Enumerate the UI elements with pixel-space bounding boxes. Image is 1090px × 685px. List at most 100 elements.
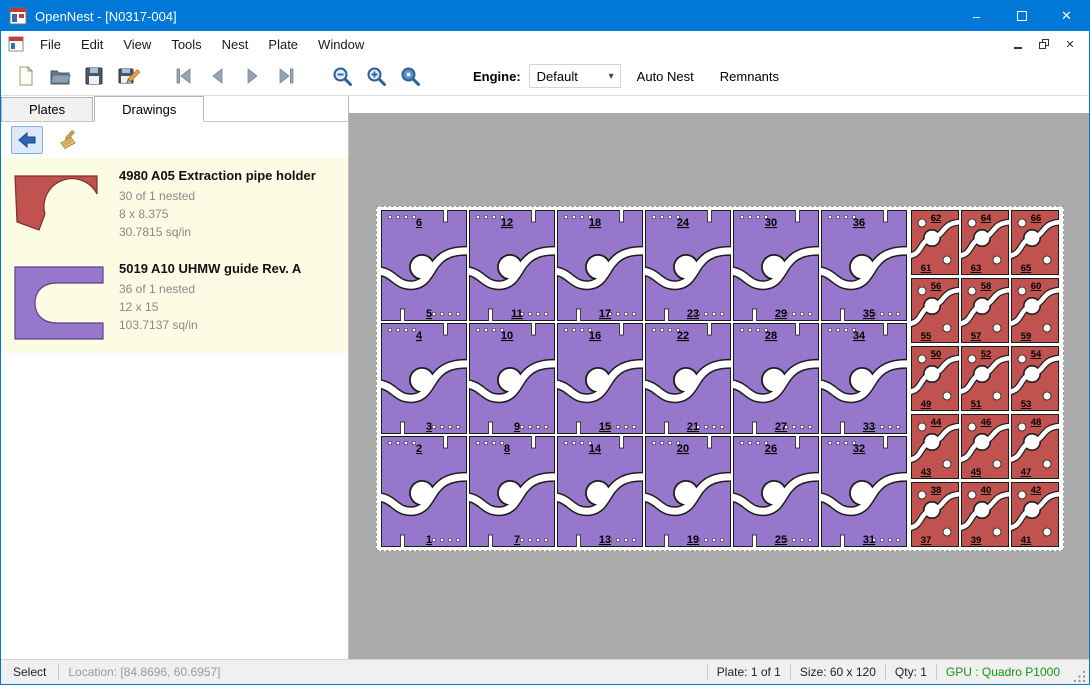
clear-button[interactable] [51,126,83,154]
nested-part-pair[interactable]: 20 19 [645,436,731,547]
svg-text:23: 23 [687,308,699,320]
nested-part-pair[interactable]: 2 1 [381,436,467,547]
open-folder-icon [48,64,72,88]
engine-select[interactable]: Default ▾ [529,64,621,88]
engine-label: Engine: [473,69,521,84]
svg-text:22: 22 [677,330,689,342]
list-item[interactable]: 4980 A05 Extraction pipe holder 30 of 1 … [1,158,348,251]
nested-part-pair[interactable]: 32 31 [821,436,907,547]
nested-part-pair[interactable]: 44 43 [911,414,959,479]
nested-part-pair[interactable]: 60 59 [1011,278,1059,343]
mdi-close-button[interactable]: ✕ [1059,35,1081,53]
nested-part-pair[interactable]: 58 57 [961,278,1009,343]
nested-part-pair[interactable]: 46 45 [961,414,1009,479]
nested-part-pair[interactable]: 48 47 [1011,414,1059,479]
svg-text:38: 38 [931,485,942,496]
zoom-in-button[interactable] [359,60,393,92]
svg-text:11: 11 [511,308,523,320]
mdi-restore-button[interactable] [1033,35,1055,53]
svg-text:1: 1 [426,534,432,546]
zoom-fit-button[interactable] [393,60,427,92]
nested-part-pair[interactable]: 64 63 [961,210,1009,275]
minimize-icon: – [973,9,980,24]
nested-part-pair[interactable]: 22 21 [645,323,731,434]
nested-part-pair[interactable]: 62 61 [911,210,959,275]
close-icon: ✕ [1061,8,1072,24]
status-qty: Qty: 1 [886,665,936,679]
nested-part-pair[interactable]: 18 17 [557,210,643,321]
status-plate: Plate: 1 of 1 [708,665,790,679]
chevron-down-icon: ▾ [609,71,620,82]
previous-plate-button[interactable] [201,60,235,92]
open-button[interactable] [43,60,77,92]
next-plate-button[interactable] [235,60,269,92]
nested-part-pair[interactable]: 14 13 [557,436,643,547]
nest-canvas[interactable]: 6 5 12 11 18 17 [349,96,1089,659]
remnants-button[interactable]: Remnants [710,63,789,90]
nested-part-pair[interactable]: 28 27 [733,323,819,434]
nested-part-pair[interactable]: 38 37 [911,482,959,547]
auto-nest-button[interactable]: Auto Nest [627,63,704,90]
nested-part-pair[interactable]: 26 25 [733,436,819,547]
nested-part-pair[interactable]: 30 29 [733,210,819,321]
menu-nest[interactable]: Nest [212,33,259,56]
last-plate-button[interactable] [269,60,303,92]
app-icon [9,7,27,25]
menu-view[interactable]: View [113,33,161,56]
svg-text:34: 34 [853,330,866,342]
canvas-top-strip [349,96,1089,113]
last-arrow-icon [275,65,297,87]
nested-part-pair[interactable]: 6 5 [381,210,467,321]
tab-plates[interactable]: Plates [1,97,93,121]
nested-part-pair[interactable]: 4 3 [381,323,467,434]
nested-part-pair[interactable]: 12 11 [469,210,555,321]
svg-text:26: 26 [765,443,777,455]
left-panel: Plates Drawings [1,96,349,659]
svg-text:16: 16 [589,330,601,342]
nested-part-pair[interactable]: 66 65 [1011,210,1059,275]
window-maximize-button[interactable] [999,1,1044,31]
menu-file[interactable]: File [30,33,71,56]
nested-part-pair[interactable]: 42 41 [1011,482,1059,547]
save-as-icon [116,64,140,88]
new-button[interactable] [9,60,43,92]
menu-window[interactable]: Window [308,33,374,56]
resize-grip[interactable] [1073,670,1087,684]
save-button[interactable] [77,60,111,92]
nested-part-pair[interactable]: 10 9 [469,323,555,434]
nested-part-pair[interactable]: 50 49 [911,346,959,411]
window-minimize-button[interactable]: – [954,1,999,31]
list-item[interactable]: 5019 A10 UHMW guide Rev. A 36 of 1 neste… [1,251,348,353]
svg-text:21: 21 [687,421,699,433]
nested-part-pair[interactable]: 36 35 [821,210,907,321]
save-as-button[interactable] [111,60,145,92]
panel-tabs: Plates Drawings [1,96,348,122]
mdi-minimize-button[interactable] [1007,35,1029,53]
zoom-out-button[interactable] [325,60,359,92]
zoom-in-icon [365,65,388,88]
previous-arrow-icon [207,65,229,87]
tab-drawings[interactable]: Drawings [94,96,204,122]
nested-part-pair[interactable]: 16 15 [557,323,643,434]
svg-text:27: 27 [775,421,787,433]
window-close-button[interactable]: ✕ [1044,1,1089,31]
nested-part-pair[interactable]: 56 55 [911,278,959,343]
menu-plate[interactable]: Plate [258,33,308,56]
nested-part-pair[interactable]: 24 23 [645,210,731,321]
drawing-nested-count: 36 of 1 nested [119,280,301,298]
svg-text:39: 39 [971,535,982,546]
first-plate-button[interactable] [167,60,201,92]
send-to-plate-button[interactable] [11,126,43,154]
menu-edit[interactable]: Edit [71,33,113,56]
purple-grid: 6 5 12 11 18 17 [381,210,907,547]
nested-part-pair[interactable]: 52 51 [961,346,1009,411]
titlebar[interactable]: OpenNest - [N0317-004] – ✕ [1,1,1089,31]
nested-part-pair[interactable]: 34 33 [821,323,907,434]
svg-text:58: 58 [981,281,992,292]
nested-part-pair[interactable]: 54 53 [1011,346,1059,411]
menu-tools[interactable]: Tools [161,33,211,56]
mdi-minimize-icon [1014,47,1022,49]
engine-value: Default [537,69,578,84]
nested-part-pair[interactable]: 40 39 [961,482,1009,547]
nested-part-pair[interactable]: 8 7 [469,436,555,547]
